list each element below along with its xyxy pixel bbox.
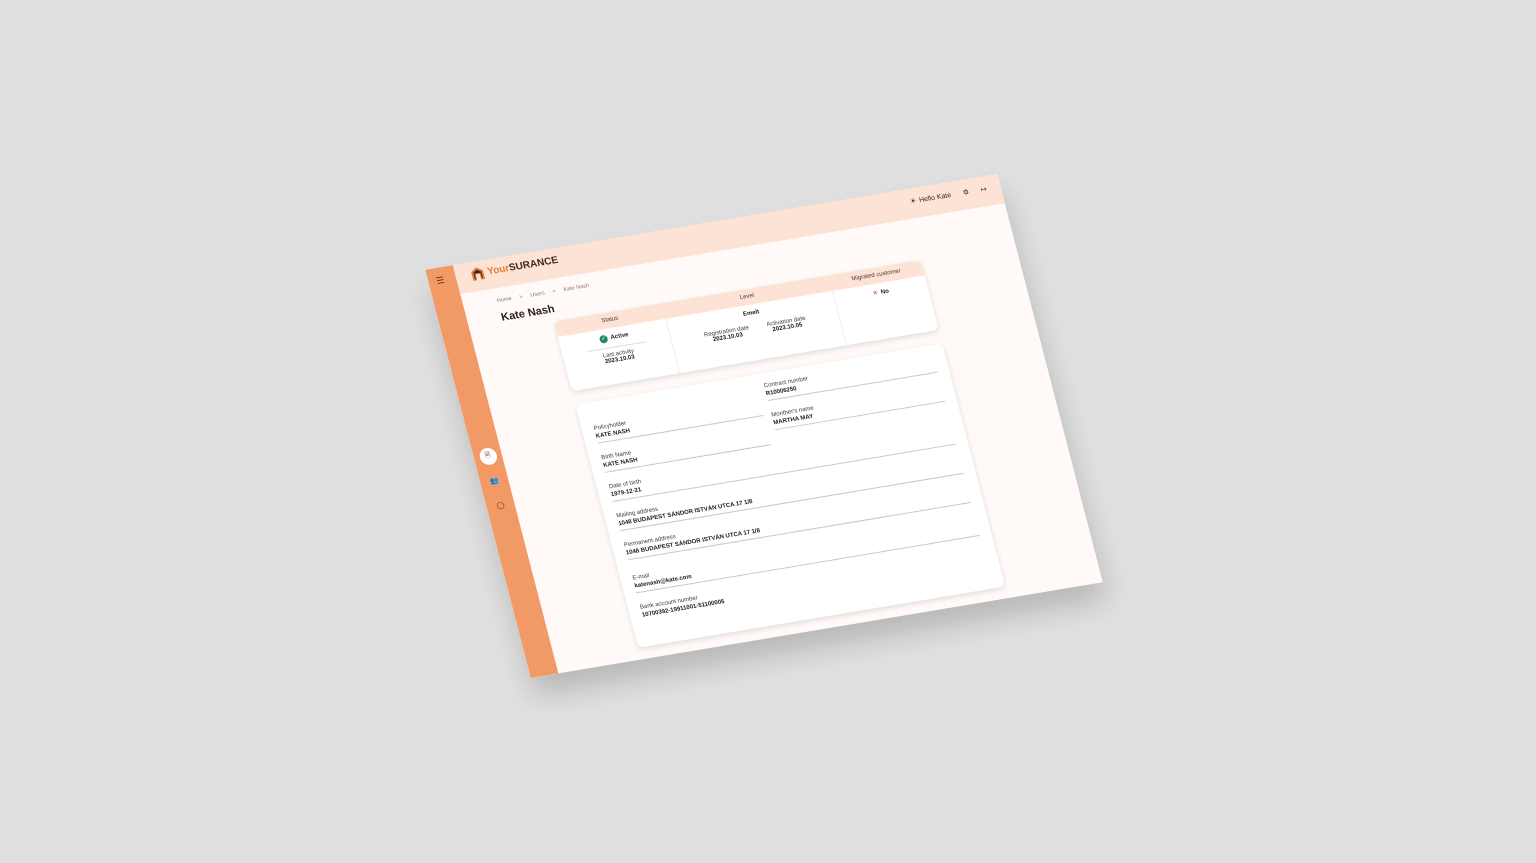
page-title: Kate Nash bbox=[499, 303, 556, 324]
migrated-badge: ✕No bbox=[872, 288, 890, 298]
greeting: ☀ Hello Kate bbox=[909, 191, 952, 206]
check-icon: ✓ bbox=[598, 334, 609, 344]
registration-date: Registration date 2023.10.03 bbox=[703, 325, 751, 344]
logout-icon[interactable]: ↦ bbox=[980, 185, 988, 194]
activation-date: Activation date 2023.10.05 bbox=[766, 316, 808, 334]
breadcrumb: Home > Users > Kate Nash bbox=[496, 283, 589, 304]
document-icon: 🗎 bbox=[483, 451, 492, 460]
logo-mark-icon bbox=[471, 267, 486, 281]
migrated-value: No bbox=[880, 288, 890, 296]
breadcrumb-home[interactable]: Home bbox=[496, 296, 512, 304]
app-window: ☰ 🗎 👥 ◯ YourSURANCE ☀ Hello Kate ⚙ ↦ Hom… bbox=[425, 174, 1103, 678]
sidebar-item-chat[interactable]: ◯ bbox=[490, 495, 511, 514]
details-card: Policyholder KATE NASH Contract number R… bbox=[575, 343, 1006, 648]
status-value: Active bbox=[610, 332, 630, 341]
greeting-text: Hello Kate bbox=[918, 191, 952, 204]
dates: Registration date 2023.10.03 Activation … bbox=[703, 316, 807, 345]
stage: ☰ 🗎 👥 ◯ YourSURANCE ☀ Hello Kate ⚙ ↦ Hom… bbox=[0, 0, 1536, 863]
close-icon: ✕ bbox=[872, 290, 879, 298]
breadcrumb-separator: > bbox=[518, 294, 524, 301]
sidebar-item-documents[interactable]: 🗎 bbox=[477, 446, 499, 467]
status-badge: ✓ Active bbox=[598, 331, 630, 344]
sidebar: ☰ 🗎 👥 ◯ bbox=[425, 265, 559, 678]
brand-surance: SURANCE bbox=[507, 254, 560, 274]
level-value: Emelt bbox=[742, 309, 761, 318]
user-menu: ☀ Hello Kate ⚙ ↦ bbox=[909, 185, 988, 206]
breadcrumb-current: Kate Nash bbox=[562, 283, 590, 294]
menu-icon[interactable]: ☰ bbox=[435, 275, 446, 287]
sun-icon[interactable]: ☀ bbox=[909, 197, 917, 206]
users-icon: 👥 bbox=[489, 477, 500, 486]
sidebar-nav: 🗎 👥 ◯ bbox=[472, 446, 516, 516]
chat-icon: ◯ bbox=[495, 501, 506, 510]
sidebar-item-users[interactable]: 👥 bbox=[484, 471, 505, 490]
breadcrumb-separator: > bbox=[551, 288, 557, 295]
brand-your: Your bbox=[486, 263, 511, 278]
breadcrumb-users[interactable]: Users bbox=[530, 290, 546, 298]
gear-icon[interactable]: ⚙ bbox=[962, 188, 970, 197]
logo[interactable]: YourSURANCE bbox=[470, 254, 560, 281]
